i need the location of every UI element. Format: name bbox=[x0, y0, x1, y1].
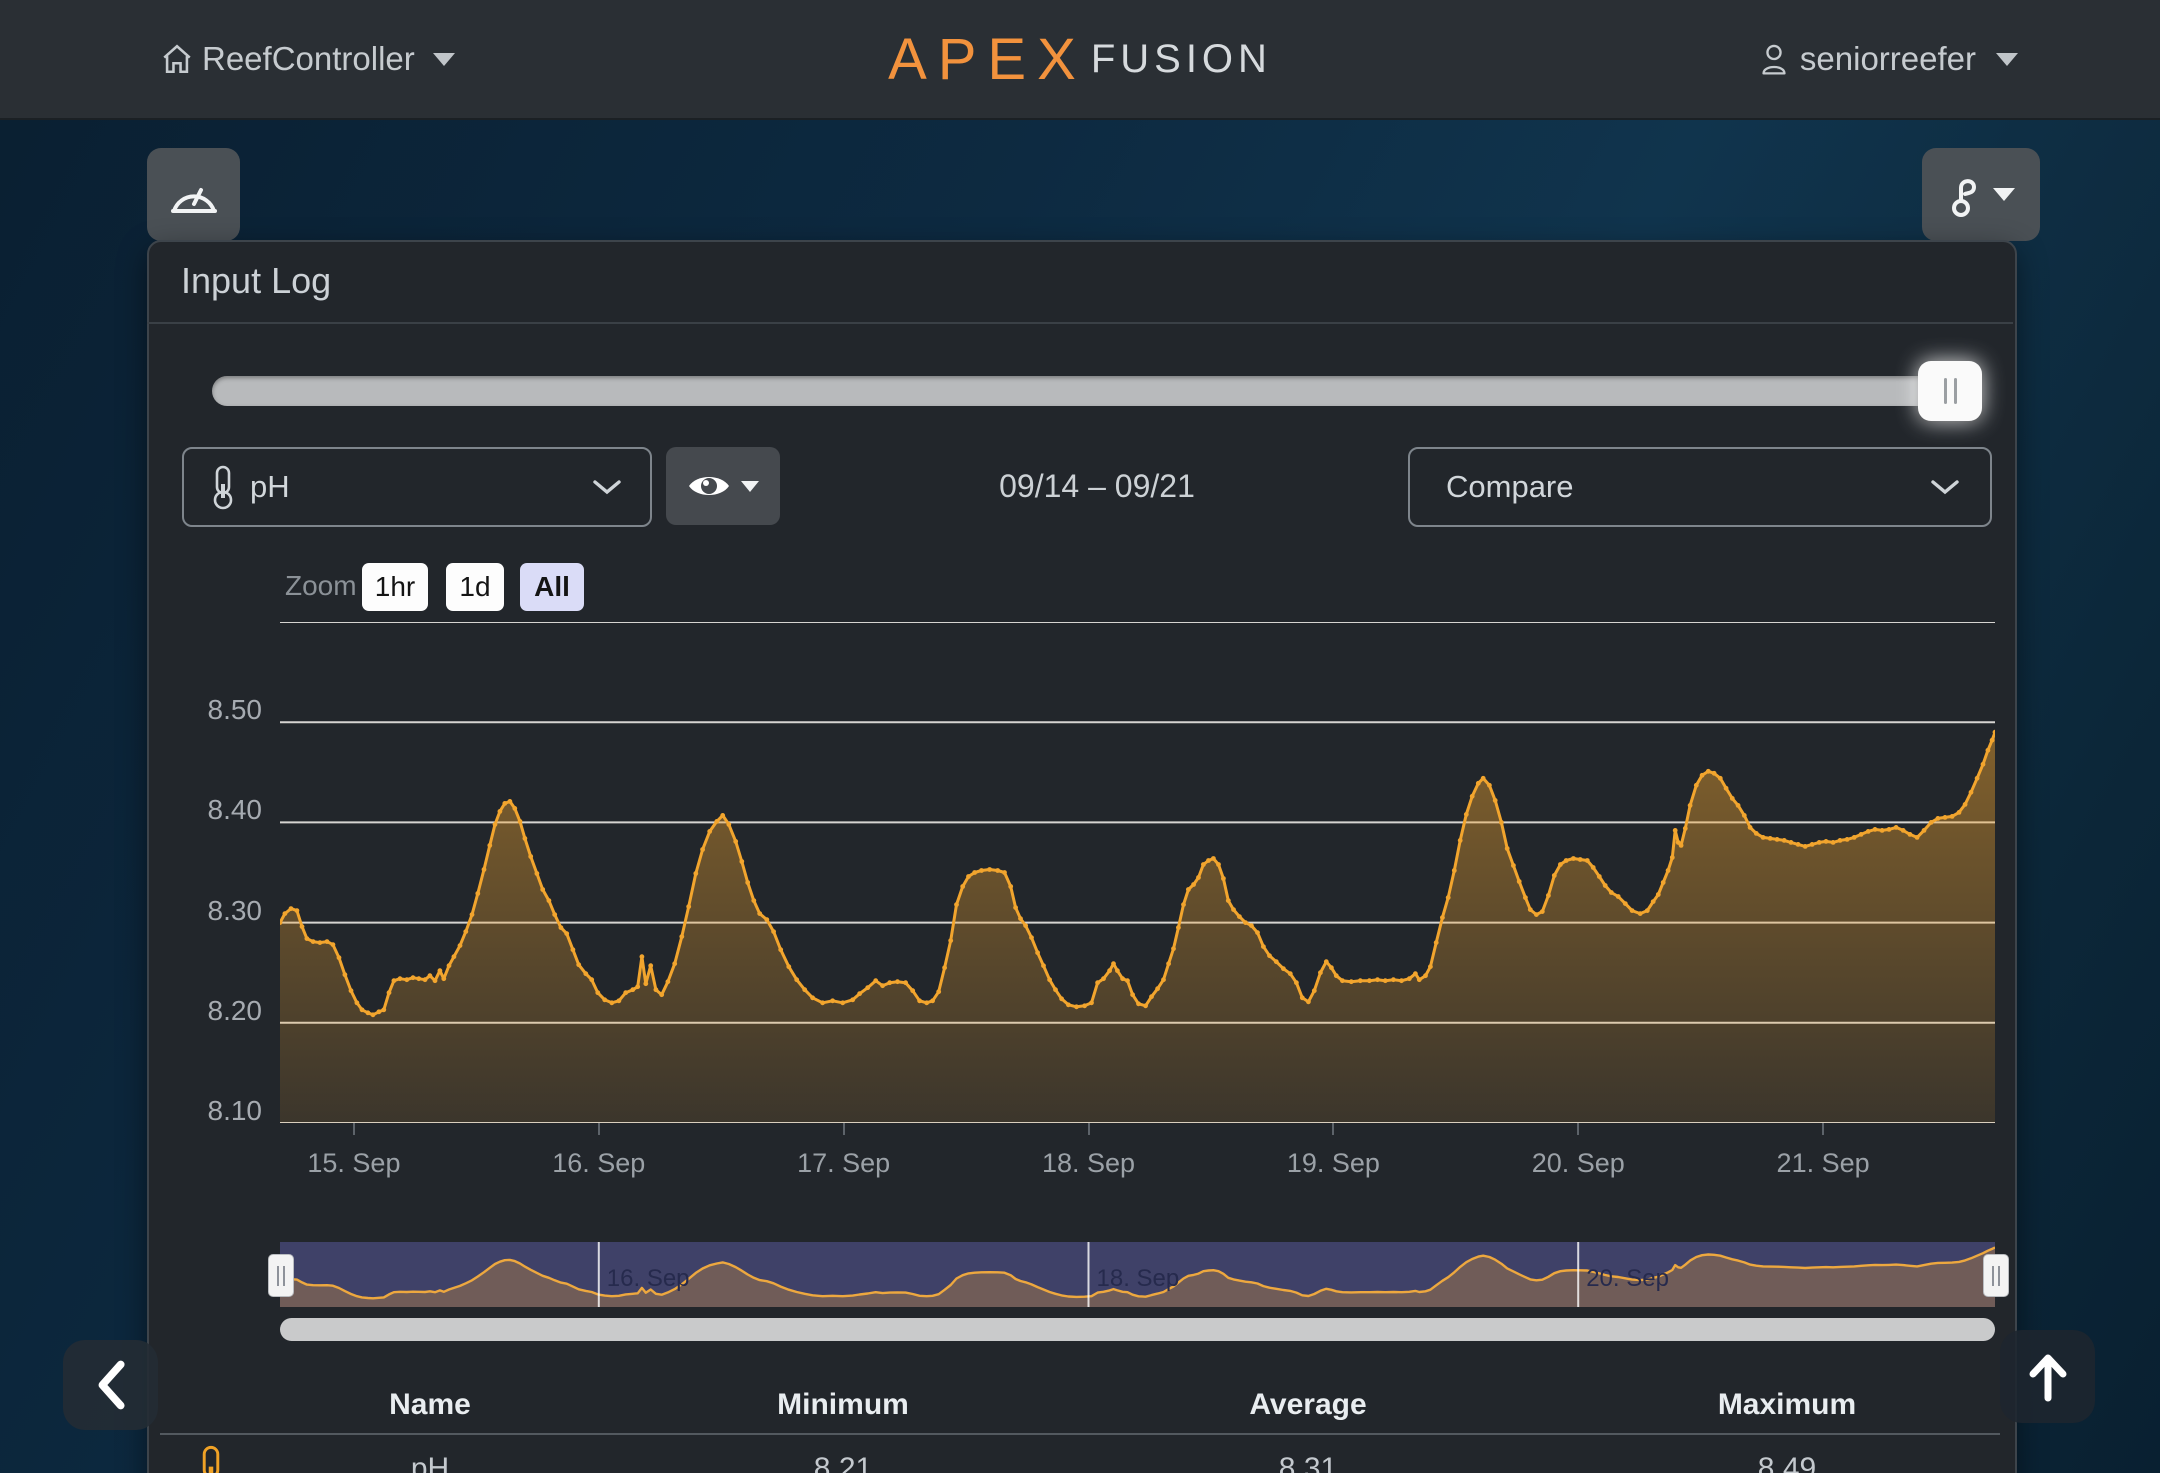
navigator-left-handle[interactable] bbox=[268, 1254, 294, 1297]
x-axis-tick bbox=[1822, 1123, 1824, 1135]
top-nav-bar: ReefController APEX FUSION seniorreefer bbox=[0, 0, 2160, 120]
grip-lines-icon bbox=[1954, 378, 1957, 404]
ph-chart-svg bbox=[280, 622, 1995, 1123]
navigator-date-label: 16. Sep bbox=[607, 1265, 690, 1292]
y-axis-label: 8.40 bbox=[152, 794, 262, 826]
unlock-key-button[interactable] bbox=[1922, 148, 2040, 241]
table-header-minimum: Minimum bbox=[693, 1388, 993, 1422]
collapse-panel-button[interactable] bbox=[63, 1340, 158, 1430]
x-axis-label: 15. Sep bbox=[284, 1148, 424, 1179]
key-icon bbox=[1947, 172, 1981, 218]
controller-name: ReefController bbox=[202, 40, 415, 78]
navigator-svg: 16. Sep 18. Sep 20. Sep bbox=[280, 1242, 1995, 1307]
home-icon bbox=[160, 42, 194, 76]
ph-area-fill bbox=[280, 732, 1995, 1123]
chevron-down-icon bbox=[433, 53, 455, 66]
x-axis-label: 21. Sep bbox=[1753, 1148, 1893, 1179]
table-header-maximum: Maximum bbox=[1637, 1388, 1937, 1422]
probe-select-value: pH bbox=[250, 469, 290, 505]
table-cell-average: 8.31 bbox=[1158, 1452, 1458, 1473]
date-range-label: 09/14 – 09/21 bbox=[897, 447, 1297, 525]
chevron-left-icon bbox=[91, 1359, 131, 1411]
chevron-down-icon bbox=[1930, 478, 1960, 496]
scroll-to-top-button[interactable] bbox=[2000, 1330, 2095, 1423]
ph-chart-plot-area[interactable] bbox=[280, 622, 1995, 1123]
page-title: Input Log bbox=[181, 260, 331, 302]
brand-apex: APEX bbox=[888, 26, 1087, 93]
navigator-date-label: 18. Sep bbox=[1097, 1265, 1180, 1292]
y-axis-label: 8.30 bbox=[152, 895, 262, 927]
grip-lines-icon bbox=[1944, 378, 1947, 404]
grip-lines-icon bbox=[1992, 1266, 1994, 1286]
x-axis-tick bbox=[1332, 1123, 1334, 1135]
zoom-all-button[interactable]: All bbox=[520, 563, 584, 611]
username: seniorreefer bbox=[1800, 40, 1976, 78]
x-axis-label: 19. Sep bbox=[1263, 1148, 1403, 1179]
brand-fusion: FUSION bbox=[1091, 37, 1272, 82]
table-divider bbox=[160, 1433, 2000, 1435]
eye-icon bbox=[687, 471, 731, 501]
y-axis-label: 8.50 bbox=[152, 694, 262, 726]
x-axis-label: 17. Sep bbox=[774, 1148, 914, 1179]
time-range-slider-track[interactable] bbox=[212, 376, 1982, 406]
x-axis-label: 18. Sep bbox=[1019, 1148, 1159, 1179]
grip-lines-icon bbox=[1998, 1266, 2000, 1286]
compare-select[interactable]: Compare bbox=[1408, 447, 1992, 527]
table-header-average: Average bbox=[1158, 1388, 1458, 1422]
controller-menu[interactable]: ReefController bbox=[160, 0, 455, 118]
chart-navigator[interactable]: 16. Sep 18. Sep 20. Sep bbox=[280, 1242, 1995, 1307]
compare-select-value: Compare bbox=[1446, 469, 1574, 505]
table-header-name: Name bbox=[280, 1388, 580, 1422]
x-axis-tick bbox=[598, 1123, 600, 1135]
y-axis-label: 8.10 bbox=[152, 1095, 262, 1127]
probe-select[interactable]: pH bbox=[182, 447, 652, 527]
chevron-down-icon bbox=[1993, 188, 2015, 201]
zoom-1hr-button[interactable]: 1hr bbox=[362, 563, 428, 611]
x-axis-label: 20. Sep bbox=[1508, 1148, 1648, 1179]
user-icon bbox=[1758, 42, 1790, 76]
table-cell-minimum: 8.21 bbox=[693, 1452, 993, 1473]
zoom-label: Zoom bbox=[285, 570, 357, 602]
navigator-right-handle[interactable] bbox=[1983, 1254, 2009, 1297]
chevron-down-icon bbox=[741, 481, 759, 492]
table-cell-maximum: 8.49 bbox=[1637, 1452, 1937, 1473]
input-log-header: Input Log bbox=[147, 240, 2013, 324]
x-axis-tick bbox=[843, 1123, 845, 1135]
chevron-down-icon bbox=[592, 478, 622, 496]
x-axis-label: 16. Sep bbox=[529, 1148, 669, 1179]
thermometer-icon bbox=[210, 464, 236, 510]
visibility-button[interactable] bbox=[666, 447, 780, 525]
chevron-down-icon bbox=[1996, 53, 2018, 66]
y-axis-label: 8.20 bbox=[152, 995, 262, 1027]
time-range-slider-handle[interactable] bbox=[1918, 361, 1982, 421]
x-axis-tick bbox=[1577, 1123, 1579, 1135]
x-axis-tick bbox=[1088, 1123, 1090, 1135]
table-cell-name: pH bbox=[280, 1452, 580, 1473]
grip-lines-icon bbox=[277, 1266, 279, 1286]
grip-lines-icon bbox=[283, 1266, 285, 1286]
thermometer-icon bbox=[196, 1444, 226, 1473]
dashboard-button[interactable] bbox=[147, 148, 240, 241]
gauge-icon bbox=[168, 173, 220, 217]
user-menu[interactable]: seniorreefer bbox=[1758, 0, 2018, 118]
navigator-date-label: 20. Sep bbox=[1586, 1265, 1669, 1292]
arrow-up-icon bbox=[2025, 1352, 2071, 1402]
x-axis-tick bbox=[353, 1123, 355, 1135]
zoom-1d-button[interactable]: 1d bbox=[446, 563, 504, 611]
navigator-scrollbar[interactable] bbox=[280, 1318, 1995, 1341]
app-root: ReefController APEX FUSION seniorreefer bbox=[0, 0, 2160, 1473]
